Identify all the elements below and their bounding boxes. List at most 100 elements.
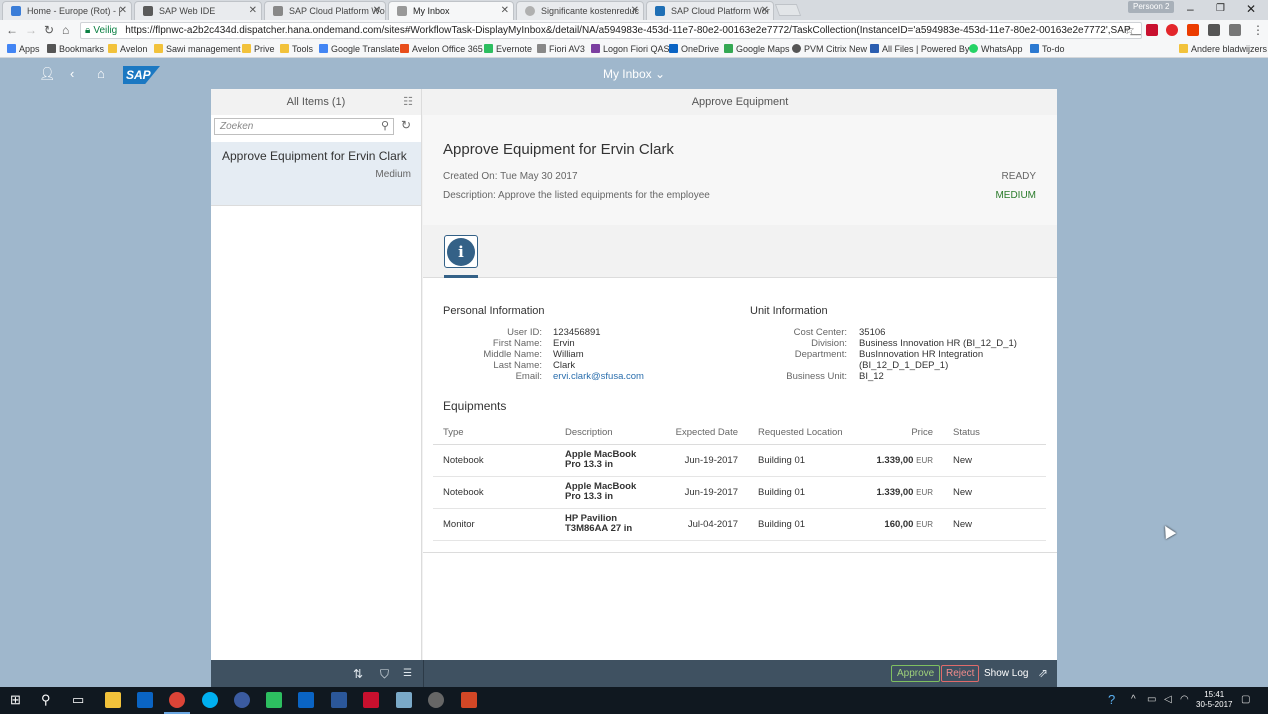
refresh-icon[interactable]: ↻ [401, 118, 411, 132]
share-icon[interactable]: ⇗ [1038, 666, 1048, 680]
list-item[interactable]: Approve Equipment for Ervin Clark Medium [211, 142, 421, 206]
reject-button[interactable]: Reject [941, 665, 980, 682]
browser-tab-significante[interactable]: Significante kostenreduc ✕ [516, 1, 644, 20]
bookmark-logon-fiori[interactable]: Logon Fiori QAS [591, 43, 670, 56]
sap-logo[interactable]: SAP [123, 66, 160, 84]
outlook-icon[interactable] [298, 692, 314, 708]
restore-icon[interactable]: ❐ [1216, 3, 1225, 14]
minimize-icon[interactable]: – [1187, 2, 1194, 16]
extension-icon[interactable] [1146, 24, 1158, 36]
bookmark-sawi[interactable]: Sawi management [154, 43, 241, 56]
office-icon [400, 44, 409, 53]
master-footer: ⇅ ⛉ ☰ [211, 660, 423, 687]
bookmark-tools[interactable]: Tools [280, 43, 313, 56]
column-header: Description [555, 422, 660, 445]
close-icon[interactable]: ✕ [631, 2, 639, 20]
help-icon[interactable]: ? [1108, 692, 1115, 707]
shell-title-menu[interactable]: My Inbox ⌄ [560, 67, 708, 81]
task-view-icon[interactable]: ▭ [72, 692, 84, 708]
bookmark-other[interactable]: Andere bladwijzers [1179, 43, 1267, 56]
app-icon[interactable] [428, 692, 444, 708]
windows-start-icon[interactable]: ⊞ [10, 692, 21, 708]
powerpoint-icon[interactable] [461, 692, 477, 708]
close-icon[interactable]: ✕ [249, 2, 257, 20]
approve-button[interactable]: Approve [891, 665, 941, 682]
bookmark-pvm-citrix[interactable]: PVM Citrix New [792, 43, 867, 56]
bookmark-bookmarks[interactable]: Bookmarks [47, 43, 104, 56]
sort-icon[interactable]: ⇅ [353, 667, 363, 681]
volume-icon[interactable]: ◁ [1164, 694, 1172, 705]
list-sort-icon[interactable]: ☷ [403, 89, 413, 115]
tab-title: SAP Web IDE [159, 6, 216, 16]
acrobat-icon[interactable] [363, 692, 379, 708]
bookmark-fiori-av3[interactable]: Fiori AV3 [537, 43, 585, 56]
table-row[interactable]: Monitor HP Pavilion T3M86AA 27 in Jul-04-… [433, 508, 1046, 541]
search-icon[interactable]: ⚲ [381, 119, 389, 132]
bookmark-todo[interactable]: To-do [1030, 43, 1065, 56]
outlook-icon[interactable] [137, 692, 153, 708]
new-tab-button[interactable] [774, 4, 802, 16]
menu-icon[interactable]: ⋮ [1252, 23, 1264, 37]
bookmark-avelon[interactable]: Avelon [108, 43, 147, 56]
browser-tab-my-inbox[interactable]: My Inbox ✕ [388, 1, 514, 20]
battery-icon[interactable]: ▭ [1147, 694, 1156, 705]
browser-tab-webide[interactable]: SAP Web IDE ✕ [134, 1, 262, 20]
back-icon[interactable]: ← [6, 23, 18, 37]
bookmark-onedrive[interactable]: OneDrive [669, 43, 719, 56]
home-icon[interactable]: ⌂ [62, 23, 69, 37]
tab-title: Significante kostenreduc [541, 6, 640, 16]
bookmark-whatsapp[interactable]: WhatsApp [969, 43, 1023, 56]
extension-icon[interactable] [1229, 24, 1241, 36]
window-close-icon[interactable]: ✕ [1246, 2, 1256, 16]
bookmark-all-files[interactable]: All Files | Powered By [870, 43, 969, 56]
bookmark-evernote[interactable]: Evernote [484, 43, 532, 56]
bookmark-label: Andere bladwijzers [1191, 44, 1268, 54]
group-icon[interactable]: ☰ [403, 668, 412, 679]
star-icon [47, 44, 56, 53]
back-icon[interactable]: ‹ [70, 66, 74, 81]
app-icon[interactable] [396, 692, 412, 708]
puzzle-icon[interactable] [1208, 24, 1220, 36]
profile-button[interactable]: Persoon 2 [1128, 1, 1175, 13]
browser-tab-scp-workflow[interactable]: SAP Cloud Platform Wor ✕ [264, 1, 386, 20]
search-icon[interactable]: ⚲ [41, 692, 51, 708]
browser-tab-home[interactable]: Home - Europe (Rot) - | ✕ [2, 1, 132, 20]
skype-icon[interactable] [202, 692, 218, 708]
evernote-icon[interactable] [266, 692, 282, 708]
inbox-app: All Items (1) ☷ Zoeken ⚲ ↻ Approve Equip… [211, 89, 1057, 660]
filter-icon[interactable]: ⛉ [380, 667, 389, 682]
opera-icon[interactable] [1166, 24, 1178, 36]
bookmark-prive[interactable]: Prive [242, 43, 275, 56]
bookmark-google-maps[interactable]: Google Maps [724, 43, 790, 56]
email-link[interactable]: ervi.clark@sfusa.com [553, 371, 644, 383]
close-icon[interactable]: ✕ [373, 2, 381, 20]
bookmark-star-icon[interactable]: ☆ [1124, 23, 1135, 37]
bookmark-office365[interactable]: Avelon Office 365 [400, 43, 483, 56]
home-icon[interactable]: ⌂ [97, 66, 105, 81]
bookmark-google-translate[interactable]: Google Translate [319, 43, 400, 56]
user-icon[interactable]: 👤︎ [39, 66, 56, 82]
chevron-up-icon[interactable]: ^ [1131, 694, 1136, 705]
notifications-icon[interactable]: ▢ [1241, 694, 1250, 705]
browser-tab-scp-workflow-2[interactable]: SAP Cloud Platform Wor ✕ [646, 1, 774, 20]
app-icon[interactable] [234, 692, 250, 708]
field-label: Middle Name: [483, 349, 542, 360]
table-row[interactable]: Notebook Apple MacBook Pro 13.3 in Jun-19… [433, 476, 1046, 509]
office-icon[interactable] [1187, 24, 1199, 36]
bookmark-apps[interactable]: Apps [7, 43, 40, 56]
address-bar[interactable]: 🔒︎ Veilig https://flpnwc-a2b2c434d.dispatc… [80, 22, 1142, 39]
word-icon[interactable] [331, 692, 347, 708]
close-icon[interactable]: ✕ [119, 2, 127, 20]
show-log-button[interactable]: Show Log [984, 668, 1028, 679]
close-icon[interactable]: ✕ [501, 2, 509, 20]
close-icon[interactable]: ✕ [761, 2, 769, 20]
file-explorer-icon[interactable] [105, 692, 121, 708]
system-clock[interactable]: 15:41 30-5-2017 [1196, 690, 1232, 710]
tab-information[interactable]: i [444, 235, 478, 268]
wifi-icon[interactable]: ◠ [1180, 694, 1189, 705]
chrome-icon[interactable] [169, 692, 185, 708]
table-row[interactable]: Notebook Apple MacBook Pro 13.3 in Jun-19… [433, 444, 1046, 477]
forward-icon[interactable]: → [25, 23, 37, 37]
reload-icon[interactable]: ↻ [44, 23, 54, 37]
search-input[interactable]: Zoeken [214, 118, 394, 135]
